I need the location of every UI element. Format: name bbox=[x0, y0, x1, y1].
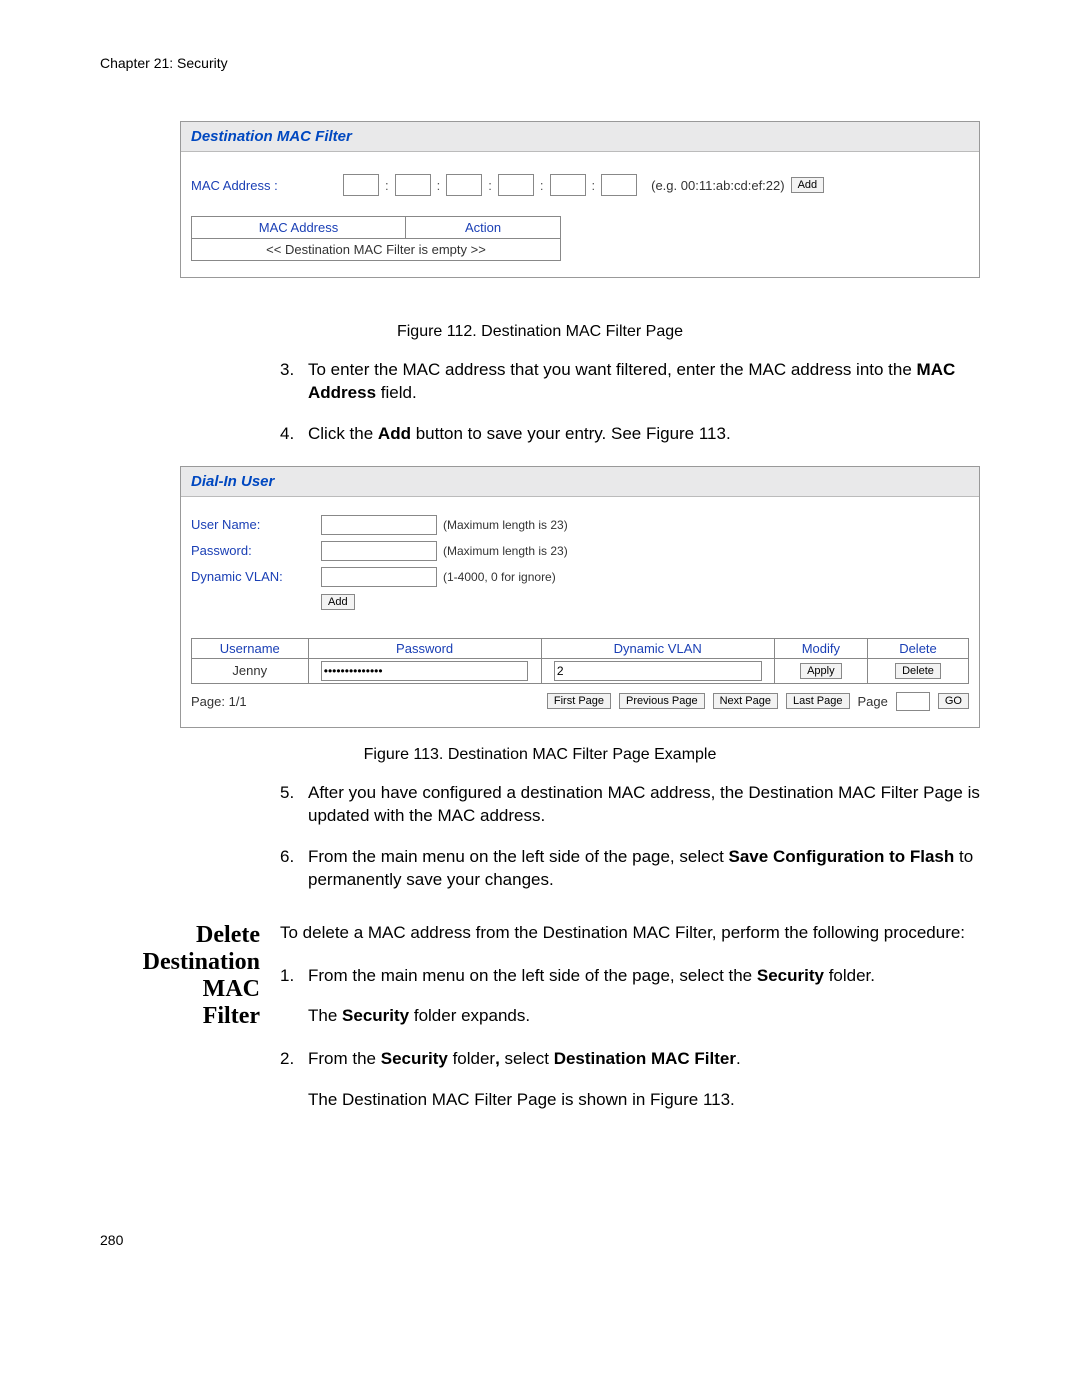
pager: Page: 1/1 First Page Previous Page Next … bbox=[191, 692, 969, 711]
figure-112-caption: Figure 112. Destination MAC Filter Page bbox=[100, 323, 980, 341]
page-count-label: Page: 1/1 bbox=[191, 694, 247, 709]
step-5: 5. After you have configured a destinati… bbox=[280, 782, 980, 828]
last-page-button[interactable]: Last Page bbox=[786, 693, 850, 709]
mac-col-address: MAC Address bbox=[192, 217, 406, 239]
mac-col-action: Action bbox=[406, 217, 561, 239]
step-3: 3. To enter the MAC address that you wan… bbox=[280, 359, 980, 405]
step-6: 6. From the main menu on the left side o… bbox=[280, 846, 980, 892]
section-heading-l3: Filter bbox=[100, 1003, 260, 1030]
go-button[interactable]: GO bbox=[938, 693, 969, 709]
cell-password-input[interactable] bbox=[321, 661, 529, 681]
mac-filter-table: MAC Address Action << Destination MAC Fi… bbox=[191, 216, 561, 261]
mac-address-label: MAC Address : bbox=[191, 178, 281, 193]
dial-in-table: Username Password Dynamic VLAN Modify De… bbox=[191, 638, 969, 684]
col-password: Password bbox=[308, 638, 541, 658]
after-step-2: The Destination MAC Filter Page is shown… bbox=[308, 1089, 980, 1112]
table-row: Jenny Apply Delete bbox=[192, 658, 969, 683]
dial-in-user-panel: Dial-In User User Name: (Maximum length … bbox=[180, 466, 980, 728]
section-heading-l2: Destination MAC bbox=[100, 949, 260, 1003]
page-number: 280 bbox=[100, 1232, 980, 1248]
username-label: User Name: bbox=[191, 517, 321, 532]
cell-vlan-input[interactable] bbox=[554, 661, 762, 681]
username-hint: (Maximum length is 23) bbox=[443, 518, 568, 532]
col-username: Username bbox=[192, 638, 309, 658]
dynamic-vlan-label: Dynamic VLAN: bbox=[191, 569, 321, 584]
username-input[interactable] bbox=[321, 515, 437, 535]
mac-octet-5[interactable] bbox=[550, 174, 586, 196]
delete-step-1: 1. From the main menu on the left side o… bbox=[280, 965, 980, 988]
password-label: Password: bbox=[191, 543, 321, 558]
mac-octet-6[interactable] bbox=[601, 174, 637, 196]
col-modify: Modify bbox=[774, 638, 867, 658]
mac-example: (e.g. 00:11:ab:cd:ef:22) bbox=[651, 178, 784, 193]
apply-button[interactable]: Apply bbox=[800, 663, 842, 679]
mac-address-row: MAC Address : : : : : : (e.g. 00:11:ab:c… bbox=[191, 174, 969, 196]
section-heading-l1: Delete bbox=[100, 922, 260, 949]
page-number-input[interactable] bbox=[896, 692, 930, 711]
col-delete: Delete bbox=[867, 638, 968, 658]
delete-intro: To delete a MAC address from the Destina… bbox=[280, 922, 980, 945]
mac-octet-3[interactable] bbox=[446, 174, 482, 196]
page-word: Page bbox=[858, 694, 888, 709]
dynamic-vlan-input[interactable] bbox=[321, 567, 437, 587]
password-input[interactable] bbox=[321, 541, 437, 561]
delete-button[interactable]: Delete bbox=[895, 663, 941, 679]
add-user-button[interactable]: Add bbox=[321, 594, 355, 610]
add-mac-button[interactable]: Add bbox=[791, 177, 825, 193]
mac-empty-row: << Destination MAC Filter is empty >> bbox=[192, 239, 561, 261]
vlan-hint: (1-4000, 0 for ignore) bbox=[443, 570, 556, 584]
figure-113-caption: Figure 113. Destination MAC Filter Page … bbox=[100, 746, 980, 764]
next-page-button[interactable]: Next Page bbox=[713, 693, 778, 709]
after-step-1: The Security folder expands. bbox=[308, 1005, 980, 1028]
panel2-title: Dial-In User bbox=[181, 467, 979, 497]
mac-octet-2[interactable] bbox=[395, 174, 431, 196]
mac-octet-1[interactable] bbox=[343, 174, 379, 196]
delete-step-2: 2. From the Security folder, select Dest… bbox=[280, 1048, 980, 1071]
panel1-title: Destination MAC Filter bbox=[181, 122, 979, 152]
dest-mac-filter-panel: Destination MAC Filter MAC Address : : :… bbox=[180, 121, 980, 278]
previous-page-button[interactable]: Previous Page bbox=[619, 693, 705, 709]
first-page-button[interactable]: First Page bbox=[547, 693, 611, 709]
chapter-header: Chapter 21: Security bbox=[100, 55, 980, 71]
password-hint: (Maximum length is 23) bbox=[443, 544, 568, 558]
step-4: 4. Click the Add button to save your ent… bbox=[280, 423, 980, 446]
col-dynamic-vlan: Dynamic VLAN bbox=[541, 638, 774, 658]
mac-octet-4[interactable] bbox=[498, 174, 534, 196]
cell-username: Jenny bbox=[192, 658, 309, 683]
